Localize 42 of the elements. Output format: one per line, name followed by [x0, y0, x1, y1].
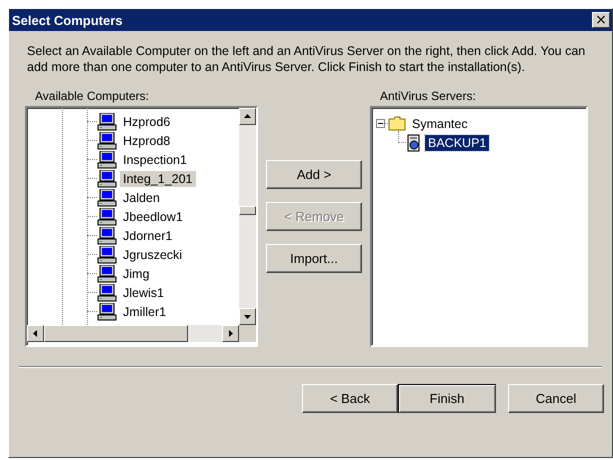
- computer-icon: [97, 188, 117, 206]
- scroll-thumb[interactable]: [44, 325, 188, 342]
- computer-icon: [97, 264, 117, 282]
- collapse-icon[interactable]: [376, 119, 385, 128]
- computer-icon: [97, 226, 117, 244]
- computer-icon: [97, 302, 117, 320]
- dialog-button[interactable]: < Back: [302, 384, 398, 413]
- dialog-button[interactable]: Finish: [398, 384, 496, 413]
- computer-item[interactable]: Jbeedlow1: [120, 208, 186, 224]
- window-title: Select Computers: [12, 12, 123, 28]
- computer-item[interactable]: Jgruszecki: [120, 246, 186, 262]
- computer-icon: [97, 284, 117, 302]
- close-button[interactable]: ×: [592, 12, 610, 28]
- computer-icon: [97, 170, 117, 188]
- computers-label: Available Computers:: [35, 89, 150, 103]
- computer-item[interactable]: Jmiller1: [120, 304, 170, 320]
- scroll-down-icon[interactable]: [244, 313, 251, 320]
- computer-item[interactable]: Hzprod8: [120, 132, 174, 148]
- scroll-up-icon[interactable]: [244, 113, 251, 120]
- computer-icon: [97, 150, 117, 168]
- computer-item[interactable]: Jalden: [120, 190, 163, 206]
- server-group[interactable]: Symantec: [409, 116, 471, 132]
- scroll-right-icon[interactable]: [227, 330, 234, 337]
- computer-item[interactable]: Jdorner1: [120, 228, 176, 244]
- computer-item[interactable]: Jimg: [120, 266, 152, 282]
- computer-item[interactable]: Hzprod6: [120, 114, 174, 130]
- computer-item[interactable]: Jlewis1: [120, 284, 167, 300]
- computer-icon: [97, 208, 117, 226]
- dialog-button[interactable]: Cancel: [508, 384, 604, 413]
- computer-icon: [97, 112, 117, 130]
- action-button[interactable]: Add >: [266, 160, 362, 189]
- action-button[interactable]: Import...: [266, 244, 362, 273]
- computer-item[interactable]: Integ_1_201: [120, 170, 196, 186]
- servers-label: AntiVirus Servers:: [380, 89, 477, 103]
- computer-item[interactable]: Inspection1: [120, 152, 190, 168]
- server-item[interactable]: BACKUP1: [425, 134, 490, 150]
- computer-icon: [97, 132, 117, 150]
- scroll-left-icon[interactable]: [32, 330, 39, 337]
- scroll-thumb[interactable]: [239, 206, 256, 215]
- instruction-text: Select an Available Computer on the left and an AntiVirus Server on the right, then click Add. You can add more than one computer to an AntiVirus Server. Click Finish to start the installation(s).: [27, 43, 586, 75]
- folder-icon: [388, 116, 406, 131]
- computer-icon: [97, 246, 117, 264]
